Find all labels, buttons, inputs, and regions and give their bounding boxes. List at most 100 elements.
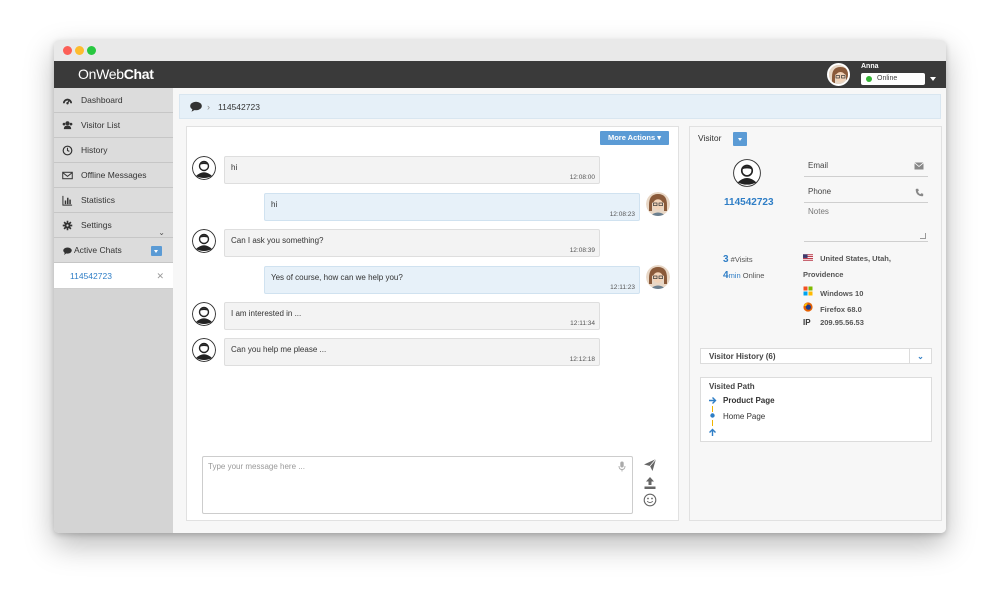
- active-chat-id: 114542723: [70, 271, 112, 281]
- message-composer: [202, 456, 633, 514]
- visited-path-title: Visited Path: [709, 382, 755, 391]
- comment-icon: [63, 247, 72, 255]
- phone-field[interactable]: Phone: [804, 184, 928, 203]
- visitor-message-bubble: Can you help me please ... 12:12:18: [224, 338, 600, 366]
- os-text: Windows 10: [820, 289, 864, 298]
- sidebar-item-offline-messages[interactable]: Offline Messages: [54, 163, 173, 188]
- visitor-history-label: Visitor History (6): [709, 352, 776, 361]
- agent-menu-caret-icon[interactable]: [930, 77, 936, 81]
- sidebar-item-label: Offline Messages: [81, 170, 147, 180]
- status-label: Online: [877, 75, 898, 82]
- minimize-window-button[interactable]: [75, 46, 84, 55]
- arrow-right-icon: [709, 397, 717, 404]
- visitor-history-toggle[interactable]: Visitor History (6) ⌄: [700, 348, 932, 364]
- agent-avatar-image: [829, 65, 848, 84]
- visitor-message-bubble: I am interested in ... 12:11:34: [224, 302, 600, 330]
- app-logo[interactable]: OnWebChat: [78, 66, 154, 82]
- active-chats-toggle-button[interactable]: [151, 246, 162, 256]
- sidebar-item-label: Dashboard: [81, 95, 123, 105]
- agent-avatar[interactable]: [827, 63, 850, 86]
- dashboard-icon: [62, 98, 73, 105]
- visitor-panel: Visitor 114542723 Email Phone Notes 3 #V…: [689, 126, 942, 521]
- email-label: Email: [808, 161, 829, 170]
- visitor-avatar-icon: [192, 338, 216, 362]
- sidebar-item-statistics[interactable]: Statistics: [54, 188, 173, 213]
- sidebar-item-visitor-list[interactable]: Visitor List: [54, 113, 173, 138]
- logo-text-light: OnWeb: [78, 66, 124, 82]
- sidebar-item-settings[interactable]: Settings ⌄: [54, 213, 173, 238]
- firefox-icon: [803, 302, 813, 312]
- gear-icon: [62, 220, 73, 231]
- message-time: 12:11:23: [610, 284, 635, 291]
- online-label: Online: [742, 271, 765, 280]
- sidebar-item-label: History: [81, 145, 108, 155]
- agent-avatar-icon: [646, 265, 670, 289]
- notes-field[interactable]: Notes: [804, 207, 928, 242]
- status-select[interactable]: Online: [861, 73, 925, 85]
- sidebar-item-dashboard[interactable]: Dashboard: [54, 88, 173, 113]
- online-status-icon: [866, 76, 872, 82]
- more-actions-button[interactable]: More Actions ▾: [600, 131, 669, 145]
- chevron-down-icon: ⌄: [909, 349, 931, 363]
- visitor-id: 114542723: [724, 197, 774, 208]
- ip-label: IP: [803, 318, 811, 327]
- visitor-avatar-icon: [192, 229, 216, 253]
- online-unit: min: [728, 271, 741, 280]
- users-icon: [62, 121, 73, 130]
- microphone-icon[interactable]: [618, 461, 626, 472]
- visitor-avatar-icon: [733, 159, 761, 187]
- close-chat-icon[interactable]: ✕: [156, 263, 164, 289]
- caret-down-icon: ▾: [657, 133, 662, 142]
- sidebar-item-label: Visitor List: [81, 120, 121, 130]
- message-text: hi: [231, 163, 238, 172]
- clock-icon: [62, 145, 73, 156]
- page: OnWebChat Anna Online Dashboard Visitor …: [0, 0, 1000, 596]
- sidebar-item-label: Statistics: [81, 195, 116, 205]
- sidebar: Dashboard Visitor List History Offline M…: [54, 88, 173, 533]
- message-time: 12:12:18: [569, 356, 595, 363]
- ip-text: 209.95.56.53: [820, 318, 864, 327]
- active-chats-header[interactable]: Active Chats: [54, 238, 173, 263]
- logo-text-bold: Chat: [123, 66, 154, 82]
- email-field[interactable]: Email: [804, 158, 928, 177]
- window-titlebar: [54, 40, 946, 61]
- windows-icon: [803, 286, 813, 296]
- agent-message-bubble: hi 12:08:23: [264, 193, 640, 221]
- path-connector: [712, 420, 713, 426]
- chat-panel: More Actions ▾ hi 12:08:00 hi 12:08:23 C…: [186, 126, 679, 521]
- message-input[interactable]: [203, 457, 632, 513]
- envelope-icon: [914, 162, 924, 170]
- browser-text: Firefox 68.0: [820, 305, 862, 314]
- phone-icon: [915, 188, 924, 197]
- browser-window: OnWebChat Anna Online Dashboard Visitor …: [54, 40, 946, 533]
- online-stat: 4min Online: [723, 270, 764, 281]
- upload-icon[interactable]: [643, 476, 657, 490]
- sidebar-item-history[interactable]: History: [54, 138, 173, 163]
- close-window-button[interactable]: [63, 46, 72, 55]
- visits-stat: 3 #Visits: [723, 254, 753, 265]
- emoji-icon[interactable]: [643, 493, 657, 507]
- path-item-current[interactable]: Product Page: [723, 396, 775, 405]
- bar-chart-icon: [62, 195, 73, 206]
- message-time: 12:08:00: [569, 174, 595, 181]
- visitor-panel-title: Visitor: [698, 133, 722, 143]
- active-chats-label: Active Chats: [74, 245, 122, 255]
- visits-count: 3: [723, 254, 729, 265]
- us-flag-icon: [803, 254, 813, 261]
- phone-label: Phone: [808, 187, 832, 196]
- active-chat-item[interactable]: 114542723 ✕: [54, 263, 173, 289]
- sidebar-item-label: Settings: [81, 220, 112, 230]
- maximize-window-button[interactable]: [87, 46, 96, 55]
- message-text: Can I ask you something?: [231, 236, 324, 245]
- message-time: 12:08:23: [609, 211, 635, 218]
- visitor-message-bubble: Can I ask you something? 12:08:39: [224, 229, 600, 257]
- agent-message-bubble: Yes of course, how can we help you? 12:1…: [264, 266, 640, 294]
- send-icon[interactable]: [643, 458, 657, 472]
- message-text: Yes of course, how can we help you?: [271, 273, 403, 282]
- visits-label: #Visits: [730, 255, 753, 264]
- visitor-avatar-icon: [192, 302, 216, 326]
- location-text: United States, Utah,: [820, 254, 891, 263]
- path-item[interactable]: Home Page: [723, 412, 765, 421]
- visitor-menu-button[interactable]: [733, 132, 747, 146]
- path-connector: [712, 406, 713, 412]
